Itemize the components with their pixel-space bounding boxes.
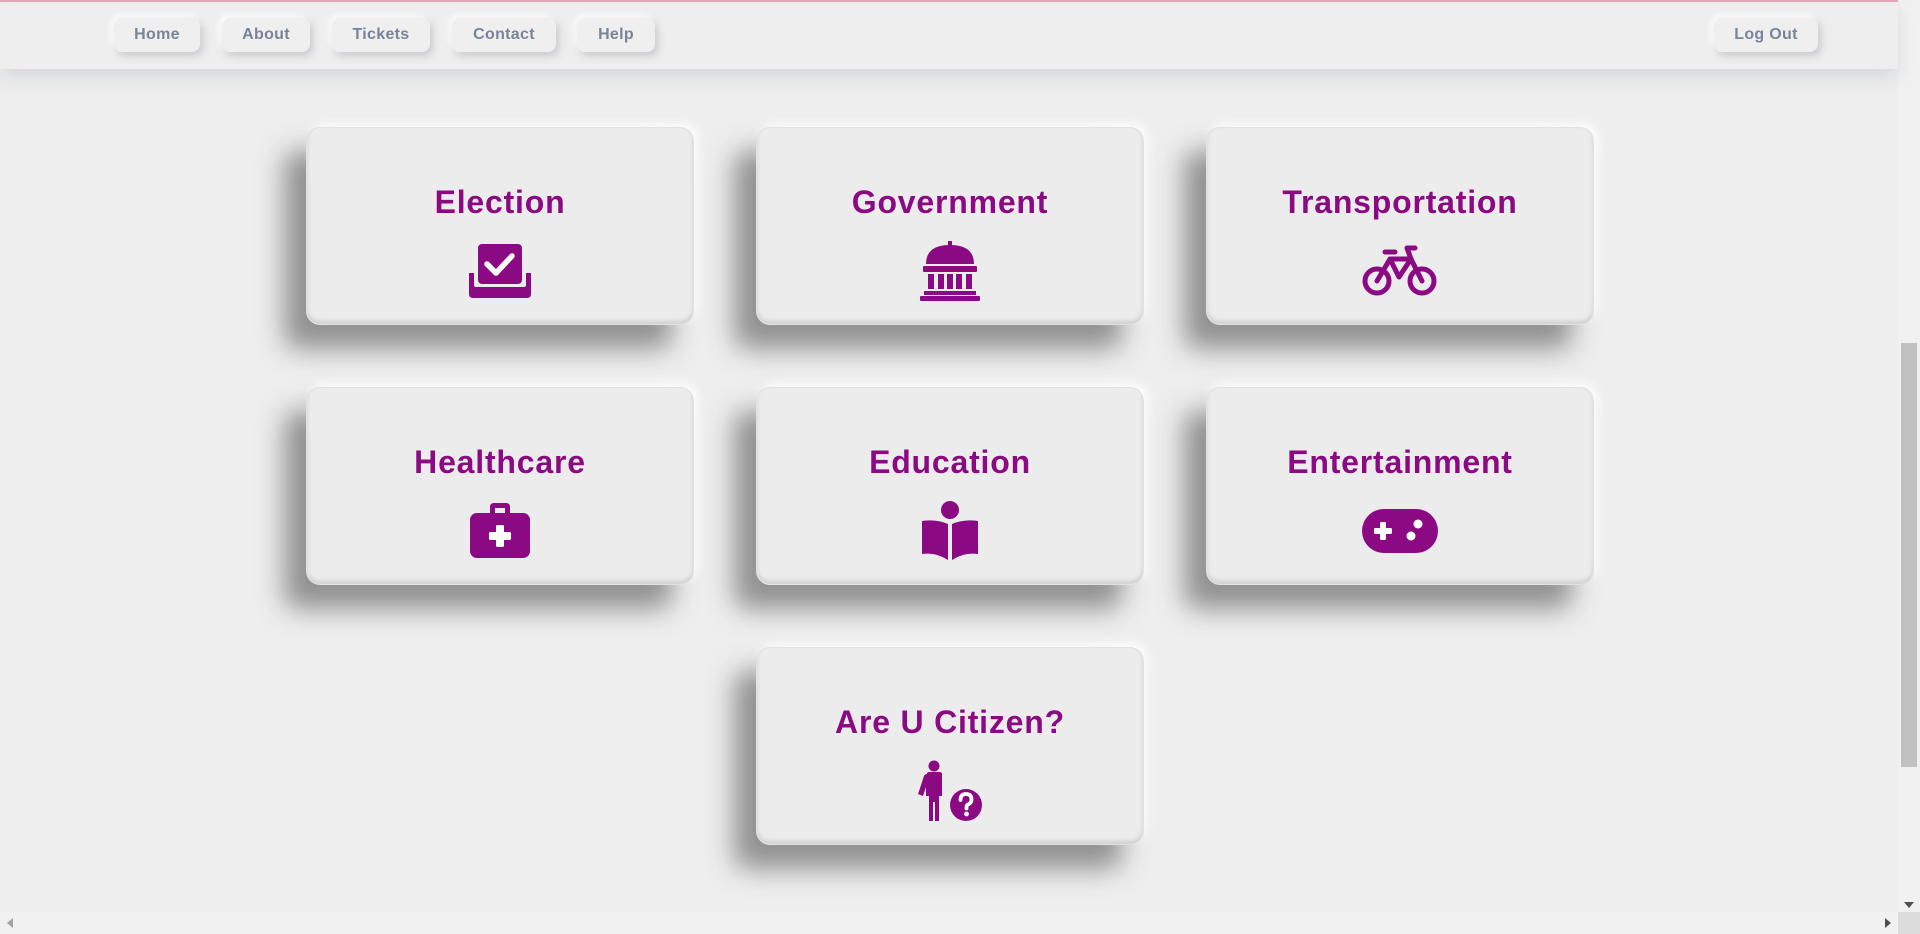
card-title-healthcare: Healthcare <box>414 444 586 480</box>
scrollbar-corner <box>1898 912 1920 934</box>
person-question-icon <box>910 760 990 822</box>
horizontal-scrollbar[interactable] <box>0 912 1898 934</box>
card-entertainment[interactable]: Entertainment <box>1206 387 1594 585</box>
nav-contact-button[interactable]: Contact <box>452 18 556 52</box>
scroll-right-arrow-icon[interactable] <box>1885 918 1891 928</box>
nav-about-button[interactable]: About <box>222 18 310 52</box>
vertical-scrollbar[interactable] <box>1898 0 1920 912</box>
card-election[interactable]: Election <box>306 127 694 325</box>
scroll-down-arrow-icon[interactable] <box>1904 902 1914 908</box>
nav-home-button[interactable]: Home <box>114 18 200 52</box>
reading-person-icon <box>910 500 990 562</box>
page: Election Government Transportation Healt… <box>0 0 1920 934</box>
nav-tickets-button[interactable]: Tickets <box>332 18 430 52</box>
card-title-election: Election <box>434 184 566 220</box>
scroll-left-arrow-icon[interactable] <box>7 918 13 928</box>
top-navbar: Home About Tickets Contact Help Log Out <box>0 2 1898 69</box>
medical-kit-icon <box>460 500 540 562</box>
card-title-education: Education <box>869 444 1031 480</box>
card-transportation[interactable]: Transportation <box>1206 127 1594 325</box>
card-grid: Election Government Transportation Healt… <box>0 0 1898 912</box>
nav-help-button[interactable]: Help <box>577 18 655 52</box>
card-education[interactable]: Education <box>756 387 1144 585</box>
card-title-entertainment: Entertainment <box>1287 444 1513 480</box>
government-building-icon <box>910 240 990 302</box>
card-title-transportation: Transportation <box>1282 184 1518 220</box>
card-healthcare[interactable]: Healthcare <box>306 387 694 585</box>
card-government[interactable]: Government <box>756 127 1144 325</box>
logout-button[interactable]: Log Out <box>1714 18 1818 52</box>
card-citizen[interactable]: Are U Citizen? <box>756 647 1144 845</box>
gamepad-icon <box>1360 500 1440 562</box>
vertical-scrollbar-thumb[interactable] <box>1901 343 1917 767</box>
bicycle-icon <box>1360 240 1440 302</box>
vote-ballot-icon <box>460 240 540 302</box>
card-title-citizen: Are U Citizen? <box>835 704 1065 740</box>
card-title-government: Government <box>851 184 1049 220</box>
